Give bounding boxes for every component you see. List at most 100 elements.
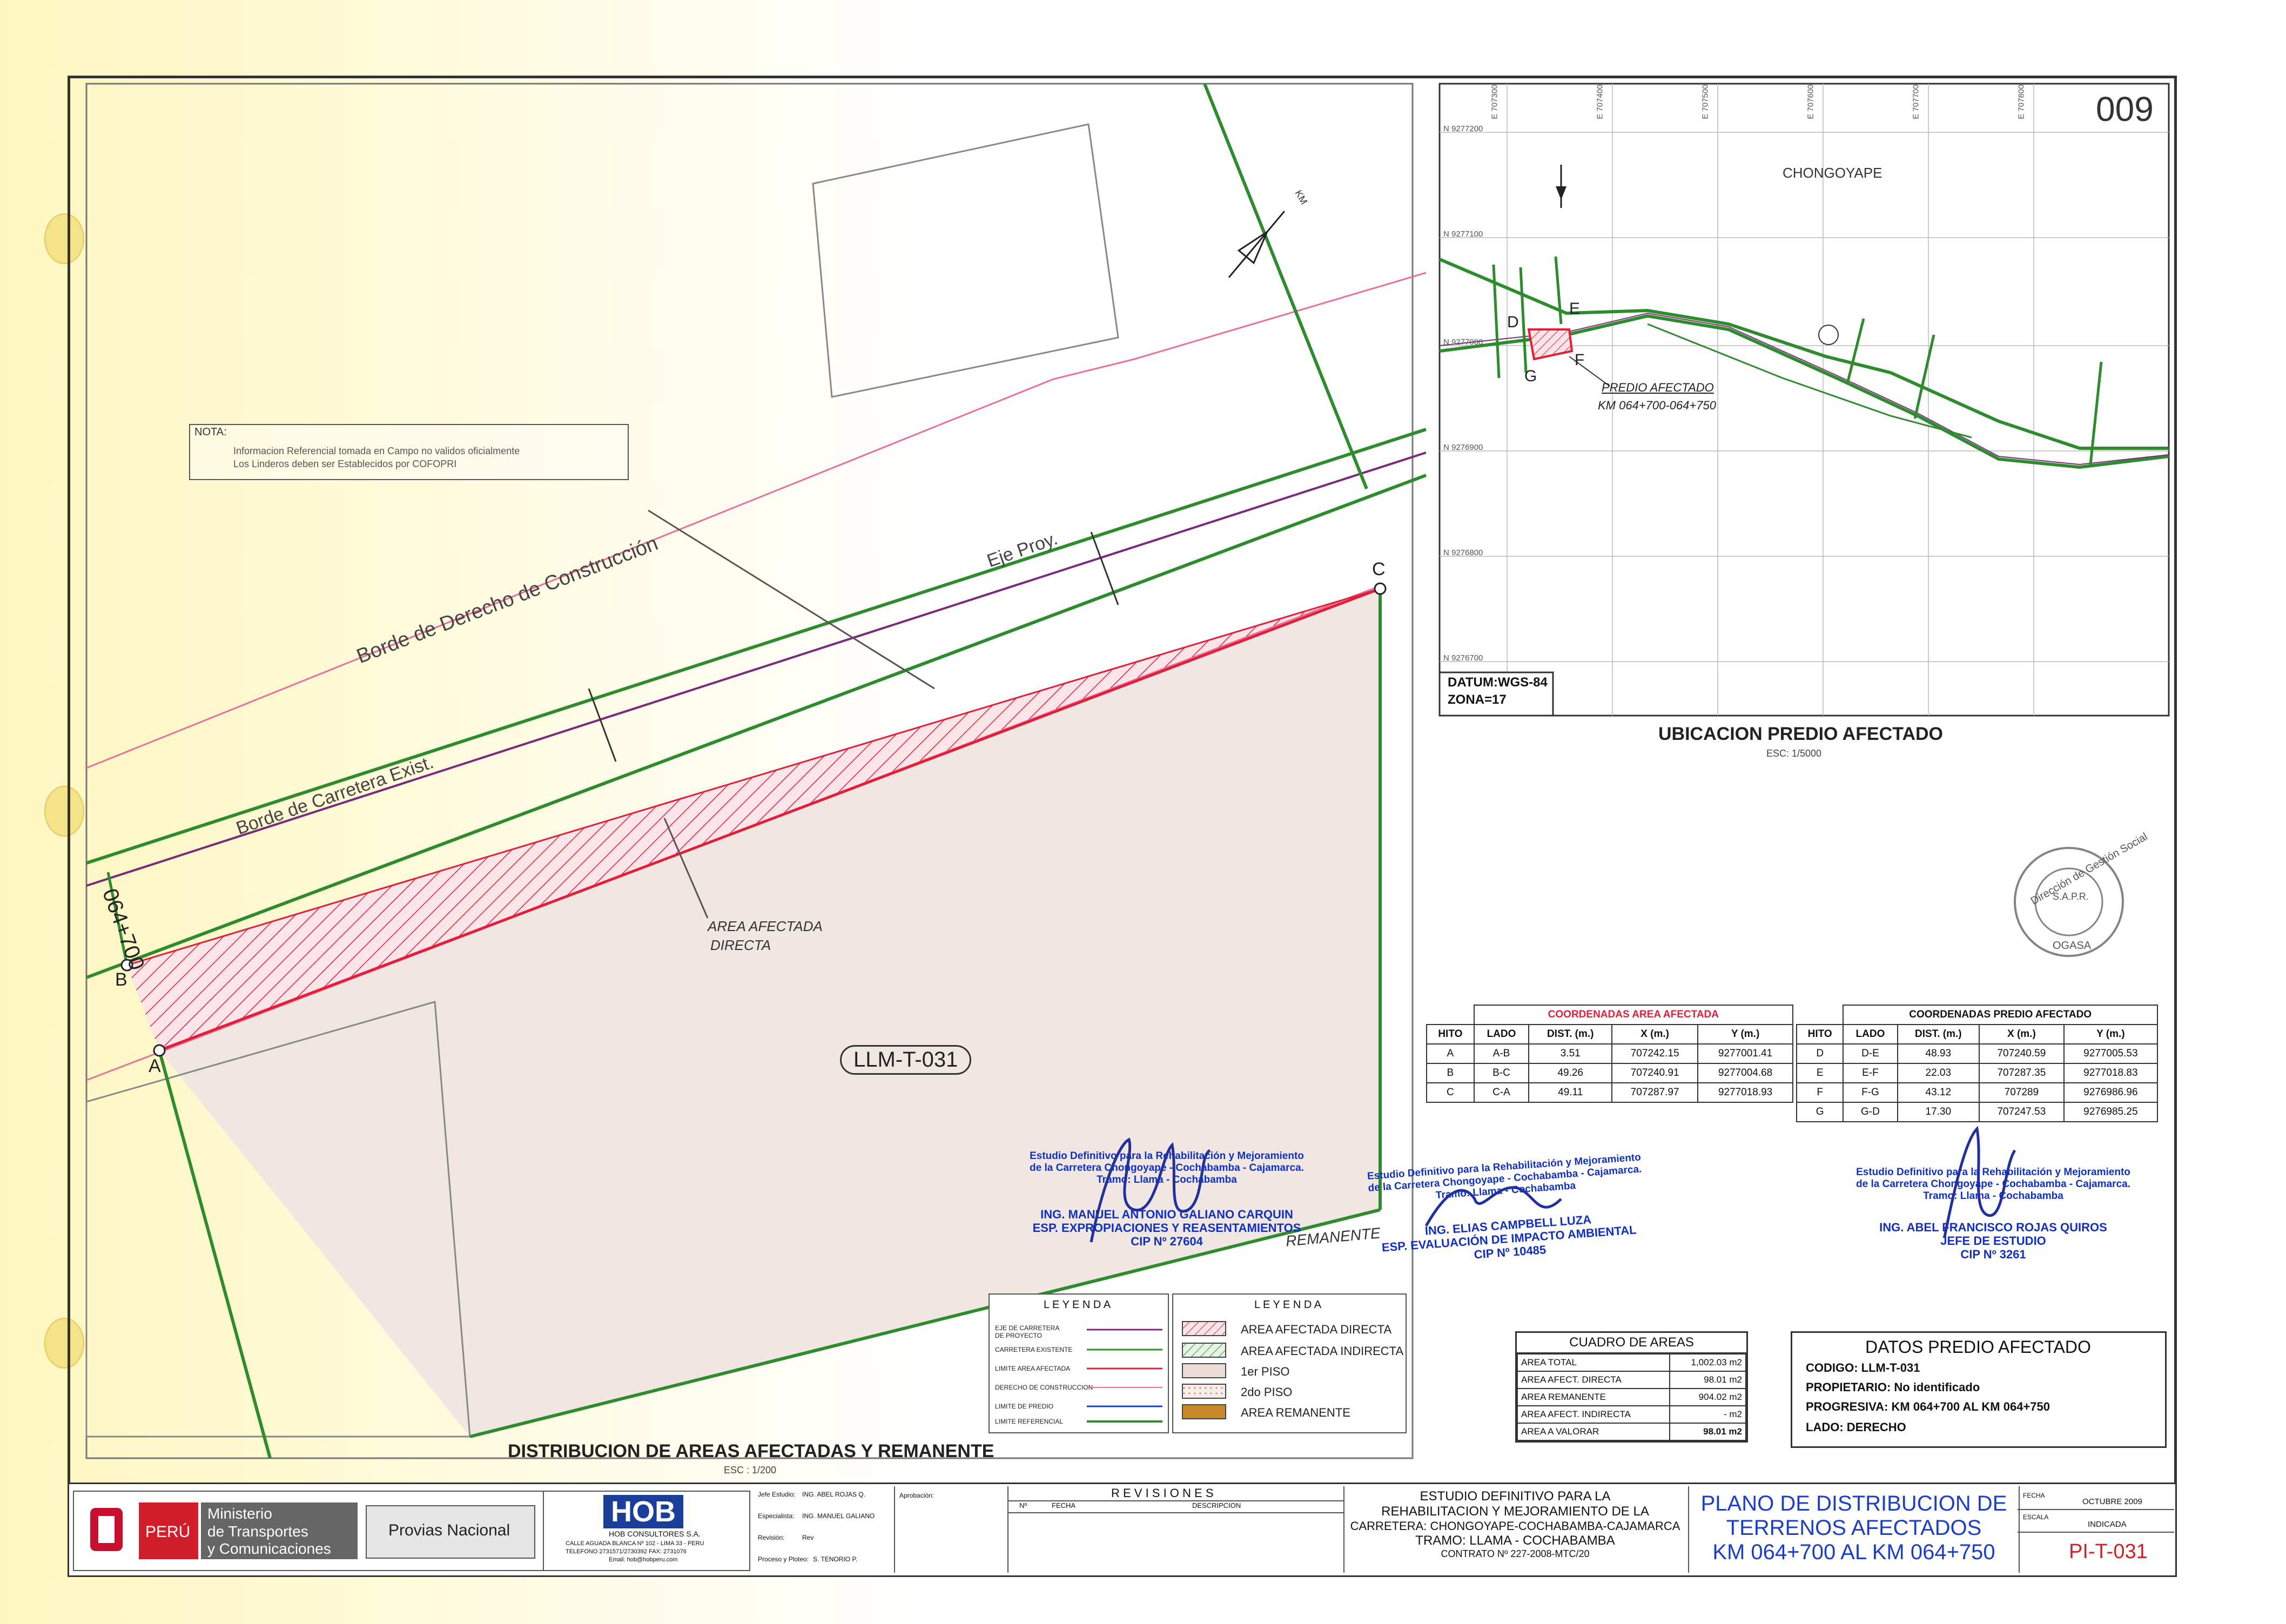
section-tick	[1090, 531, 1119, 605]
table-cell: 707240.59	[1979, 1043, 2065, 1064]
table-cell: 9277005.53	[2063, 1043, 2159, 1064]
peru-logo-red: PERÚ	[139, 1502, 198, 1559]
table-row: E E-F 22.03 707287.35 9277018.83	[1796, 1063, 2159, 1083]
estudio-line: CARRETERA: CHONGOYAPE-COCHABAMBA-CAJAMAR…	[1350, 1519, 1680, 1533]
table-row: AREA AFECT. DIRECTA 98.01 m2	[1517, 1371, 1747, 1389]
grid-n-label: N 9276900	[1443, 443, 1483, 452]
table-cell: B-C	[1473, 1063, 1530, 1083]
plano-title-block: PLANO DE DISTRIBUCION DE TERRENOS AFECTA…	[1688, 1486, 2020, 1573]
table-cell: C	[1426, 1082, 1475, 1103]
escala-label: ESCALA	[2023, 1513, 2049, 1521]
legend-lines-box: L E Y E N D A EJE DE CARRETERA DE PROYEC…	[989, 1293, 1169, 1433]
table-title: COORDENADAS PREDIO AFECTADO	[1843, 1005, 2158, 1025]
table-cell: 22.03	[1897, 1063, 1980, 1083]
ministerio-text: y Comunicaciones	[207, 1540, 331, 1557]
point-c-marker	[1374, 582, 1387, 595]
legend-item-label: LIMITE DE PREDIO	[995, 1403, 1054, 1410]
hob-logo: HOB	[603, 1495, 683, 1528]
datum-label: DATUM:WGS-84	[1448, 675, 1548, 690]
grid-n-label: N 9277100	[1443, 230, 1483, 239]
predio-km-label: KM 064+700-064+750	[1598, 399, 1716, 412]
legend-item-label: CARRETERA EXISTENTE	[995, 1346, 1073, 1353]
jefe-value: ING. ABEL ROJAS Q.	[802, 1491, 865, 1498]
table-cell: 707289	[1979, 1082, 2065, 1103]
grid-n-label: N 9276800	[1443, 548, 1483, 557]
table-row: AREA AFECT. INDIRECTA - m2	[1517, 1405, 1747, 1424]
legend-item-label: AREA AFECTADA INDIRECTA	[1241, 1344, 1404, 1358]
legend-item-label: AREA REMANENTE	[1241, 1406, 1350, 1419]
table-cell: 707242.15	[1611, 1043, 1699, 1064]
plano-title-line: TERRENOS AFECTADOS	[1726, 1516, 1982, 1540]
datos-progresiva: PROGRESIVA: KM 064+700 AL KM 064+750	[1806, 1400, 2050, 1413]
table-cell: G	[1796, 1102, 1844, 1122]
datos-propietario: PROPIETARIO: No identificado	[1806, 1380, 1980, 1394]
table-cell: 98.01 m2	[1669, 1423, 1747, 1441]
aprobacion-label: Aprobación:	[899, 1492, 934, 1499]
revisiones-header-row: Nº FECHA DESCRIPCION	[1008, 1500, 1343, 1513]
label-point-a: A	[149, 1056, 161, 1076]
stamp-inner-text: S.A.P.R.	[2053, 891, 2089, 902]
note-leader-line	[648, 509, 935, 690]
grid-n-label: N 9277200	[1443, 124, 1483, 133]
table-cell: 9276986.96	[2063, 1082, 2159, 1103]
proceso-label: Proceso y Ploteo:	[758, 1555, 809, 1563]
table-cell: 48.93	[1897, 1043, 1980, 1064]
location-map-title: UBICACION PREDIO AFECTADO	[1658, 724, 1943, 744]
ministerio-text: de Transportes	[207, 1523, 308, 1540]
estudio-block: ESTUDIO DEFINITIVO PARA LA REHABILITACIO…	[1342, 1486, 1688, 1573]
table-cell: F	[1796, 1082, 1844, 1103]
revisiones-header: DESCRIPCION	[1192, 1501, 1241, 1510]
table-cell: 9276985.25	[2063, 1102, 2159, 1122]
revisiones-header: Nº	[1019, 1501, 1027, 1510]
table-cell: 3.51	[1528, 1043, 1613, 1064]
revisiones-header: FECHA	[1052, 1501, 1076, 1510]
location-point-f: F	[1575, 351, 1585, 369]
grid-e-label: E 707600	[1806, 84, 1816, 119]
table-cell: A	[1426, 1043, 1475, 1064]
ministerio-logo-grey: Ministerio de Transportes y Comunicacion…	[201, 1502, 358, 1559]
datos-predio-title: DATOS PREDIO AFECTADO	[1865, 1337, 2091, 1357]
table-row: F F-G 43.12 707289 9276986.96	[1796, 1082, 2159, 1103]
esp-label: Especialista:	[758, 1512, 795, 1520]
legend-fill-swatches	[1182, 1321, 1226, 1419]
fecha-value: OCTUBRE 2009	[2082, 1497, 2142, 1506]
section-tick	[588, 688, 617, 762]
hob-address: CALLE AGUADA BLANCA Nº 102 - LIMA 33 - P…	[566, 1540, 704, 1547]
table-cell: G-D	[1843, 1102, 1898, 1122]
cuadro-areas-box: CUADRO DE AREAS AREA TOTAL 1,002.03 m2 AR…	[1515, 1331, 1748, 1443]
revision-value: Rev	[802, 1534, 814, 1541]
table-header: DIST. (m.)	[1897, 1024, 1980, 1045]
hob-name: HOB CONSULTORES S.A.	[609, 1529, 701, 1538]
note-title: NOTA:	[194, 426, 227, 438]
grid-e-label: E 707300	[1490, 84, 1500, 119]
table-cell: F-G	[1843, 1082, 1898, 1103]
building-outline	[812, 123, 1119, 398]
label-directa: DIRECTA	[710, 937, 771, 953]
personnel-block: Jefe Estudio: ING. ABEL ROJAS Q. Especia…	[754, 1486, 895, 1573]
cuadro-areas-title: CUADRO DE AREAS	[1517, 1333, 1746, 1353]
label-point-b: B	[115, 969, 127, 990]
table-cell: 43.12	[1897, 1082, 1980, 1103]
legend-item-label: DERECHO DE CONSTRUCCION	[995, 1384, 1093, 1391]
table-cell: AREA A VALORAR	[1517, 1423, 1670, 1441]
estudio-line: TRAMO: LLAMA - COCHABAMBA	[1415, 1533, 1615, 1548]
peru-coat-of-arms-icon	[90, 1508, 123, 1551]
table-cell: C-A	[1473, 1082, 1530, 1103]
revisiones-title: R E V I S I O N E S	[1111, 1486, 1214, 1500]
table-header: Y (m.)	[1697, 1024, 1793, 1045]
table-row: AREA TOTAL 1,002.03 m2	[1517, 1353, 1747, 1372]
legend-item-label: AREA AFECTADA DIRECTA	[1241, 1323, 1392, 1336]
datos-predio-box: DATOS PREDIO AFECTADO CODIGO: LLM-T-031 …	[1791, 1331, 2167, 1448]
table-cell: E-F	[1843, 1063, 1898, 1083]
contrato-line: CONTRATO Nº 227-2008-MTC/20	[1441, 1548, 1590, 1559]
table-cell: AREA REMANENTE	[1517, 1388, 1670, 1406]
table-cell: 9277018.93	[1697, 1082, 1793, 1103]
note-box: NOTA: Informacion Referencial tomada en …	[189, 424, 629, 480]
esp-value: ING. MANUEL GALIANO	[802, 1512, 875, 1520]
limite-predio-line	[1203, 83, 1368, 490]
ministerio-logo-block: PERÚ Ministerio de Transportes y Comunic…	[73, 1491, 545, 1571]
table-coord-predio-afectado: COORDENADAS PREDIO AFECTADO HITO LADO DI…	[1796, 1005, 2159, 1122]
plano-title-line: PLANO DE DISTRIBUCION DE	[1700, 1492, 2007, 1515]
table-cell: 98.01 m2	[1669, 1371, 1747, 1389]
predio-label: PREDIO AFECTADO	[1602, 381, 1714, 394]
